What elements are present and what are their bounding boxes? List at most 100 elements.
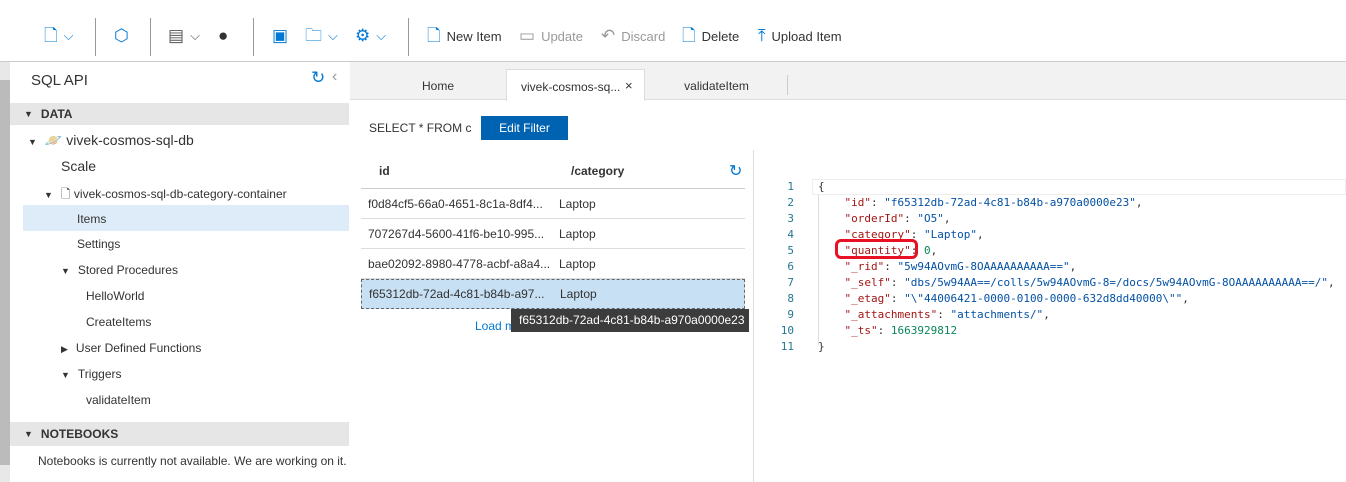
tree-sproc[interactable]: CreateItems — [86, 315, 151, 329]
code-line: 1{ — [770, 179, 824, 195]
tree-udf[interactable]: ▶ User Defined Functions — [61, 341, 201, 355]
delete-button[interactable]: 🗋 Delete — [682, 27, 739, 45]
code-token: , — [1069, 260, 1077, 273]
github-icon: ● — [218, 26, 229, 45]
code-line: 10 "_ts": 1663929812 — [770, 323, 957, 339]
github-button[interactable]: ● — [218, 27, 228, 45]
code-token: "Laptop" — [923, 228, 977, 241]
code-token: "orderId" — [818, 212, 905, 225]
column-header-category[interactable]: /category — [571, 164, 624, 178]
upload-item-button[interactable]: ⤒ Upload Item — [758, 27, 842, 45]
code-line: 11} — [770, 339, 825, 355]
notebooks-message: Notebooks is currently not available. We… — [38, 454, 347, 468]
settings-button[interactable]: ⚙ ⌵ — [355, 27, 386, 45]
triggers-label: Triggers — [77, 367, 122, 381]
new-container-icon: 🗋 — [44, 26, 58, 45]
tree-trigger[interactable]: validateItem — [86, 393, 151, 407]
chevron-down-icon: ⌵ — [376, 28, 387, 43]
code-token: 1663929812 — [890, 324, 958, 337]
container-label: vivek-cosmos-sql-db-category-container — [73, 187, 287, 201]
tree-sproc[interactable]: HelloWorld — [86, 289, 144, 303]
caret-down-icon: ▼ — [24, 109, 33, 119]
table-row[interactable]: bae02092-8980-4778-acbf-a8a4... Laptop — [361, 249, 745, 279]
table-row-selected[interactable]: f65312db-72ad-4c81-b84b-a97... Laptop — [361, 279, 745, 309]
refresh-icon[interactable]: ↻ — [729, 161, 742, 181]
pane-divider[interactable] — [753, 150, 754, 482]
update-button[interactable]: ▭ Update — [519, 27, 583, 45]
code-token: , — [1043, 308, 1050, 321]
code-token: : — [884, 260, 898, 273]
line-number: 5 — [787, 244, 794, 257]
caret-down-icon: ▼ — [61, 266, 70, 276]
tree-stored-procedures[interactable]: ▼ Stored Procedures — [61, 263, 178, 277]
cell-id: f65312db-72ad-4c81-b84b-a97... — [369, 287, 545, 301]
code-token: , — [1182, 292, 1189, 305]
table-row[interactable]: f0d84cf5-66a0-4651-8c1a-8df4... Laptop — [361, 189, 745, 219]
code-token: : — [890, 292, 905, 305]
new-item-icon: 🗋 — [427, 26, 441, 45]
code-line: 6 "_rid": "5w94AOvmG-8OAAAAAAAAAA==", — [770, 259, 1076, 275]
new-item-label: New Item — [446, 28, 502, 44]
code-token: : — [877, 324, 891, 337]
refresh-icon[interactable]: ↻ — [311, 68, 325, 88]
new-container-button[interactable]: 🗋 ⌵ — [44, 27, 74, 45]
line-number: 7 — [787, 276, 794, 289]
collapse-sidebar-icon[interactable]: ‹ — [332, 68, 337, 86]
code-token: 0 — [923, 244, 931, 257]
column-header-id[interactable]: id — [379, 164, 390, 178]
code-token: } — [818, 340, 825, 353]
code-token: : — [904, 212, 918, 225]
discard-label: Discard — [621, 28, 666, 44]
chevron-down-icon: ⌵ — [63, 28, 74, 43]
upload-item-label: Upload Item — [771, 28, 842, 44]
code-token: "dbs/5w94AA==/colls/5w94AOvmG-8=/docs/5w… — [904, 276, 1328, 289]
query-text: SELECT * FROM c — [369, 121, 472, 135]
tree-items[interactable]: Items — [23, 205, 349, 231]
table-row[interactable]: 707267d4-5600-41f6-be10-995... Laptop — [361, 219, 745, 249]
tab-label: vivek-cosmos-sq... — [521, 80, 621, 94]
line-number: 8 — [787, 292, 794, 305]
cosmos-button[interactable]: ⬡ — [114, 27, 129, 45]
code-token: "O5" — [917, 212, 944, 225]
notebook-icon: ▤ — [168, 26, 185, 45]
tree-database[interactable]: ▼ 🪐 vivek-cosmos-sql-db — [28, 132, 194, 149]
discard-button[interactable]: ↶ Discard — [601, 27, 665, 45]
sidebar-scrollbar[interactable] — [0, 62, 10, 482]
cell-category: Laptop — [559, 196, 596, 211]
cell-category: Laptop — [560, 287, 597, 301]
notebook-button[interactable]: ▤ ⌵ — [168, 27, 200, 45]
sidebar-title: SQL API — [31, 72, 88, 89]
tab-bar — [350, 62, 1346, 100]
tab-container[interactable]: vivek-cosmos-sq... × — [506, 69, 645, 101]
code-token: "_self" — [818, 276, 891, 289]
chevron-down-icon: ⌵ — [190, 28, 200, 43]
edit-filter-button[interactable]: Edit Filter — [481, 116, 568, 140]
notebooks-section-header[interactable]: ▼ NOTEBOOKS — [10, 422, 349, 446]
code-line: 3 "orderId": "O5", — [770, 211, 950, 227]
tree-settings[interactable]: Settings — [77, 237, 120, 251]
tree-container[interactable]: ▼ 🗋 vivek-cosmos-sql-db-category-containe… — [44, 185, 287, 206]
line-number: 10 — [780, 324, 794, 337]
tab-validateitem[interactable]: validateItem — [645, 79, 788, 93]
code-token: , — [976, 228, 984, 241]
toolbar-divider — [408, 18, 409, 56]
data-section-header[interactable]: ▼ DATA — [10, 103, 349, 125]
code-token: "id" — [818, 196, 871, 209]
tree-triggers[interactable]: ▼ Triggers — [61, 367, 122, 381]
tab-home[interactable]: Home — [395, 79, 481, 93]
new-query-button[interactable]: ▣ — [272, 27, 288, 45]
code-token: "_etag" — [818, 292, 891, 305]
code-token: "f65312db-72ad-4c81-b84b-a970a0000e23" — [884, 196, 1136, 209]
code-token: "5w94AOvmG-8OAAAAAAAAAA==" — [897, 260, 1070, 273]
new-item-button[interactable]: 🗋 New Item — [427, 27, 502, 45]
close-tab-icon[interactable]: × — [625, 78, 633, 93]
cosmos-icon: ⬡ — [114, 26, 129, 45]
items-label: Items — [77, 212, 107, 226]
database-label: vivek-cosmos-sql-db — [66, 132, 194, 148]
open-query-button[interactable]: 🗀 ⌵ — [305, 27, 338, 45]
tab-divider — [787, 75, 788, 95]
cell-category: Laptop — [559, 256, 596, 271]
tree-scale[interactable]: Scale — [61, 158, 96, 174]
id-tooltip: f65312db-72ad-4c81-b84b-a970a0000e23 — [511, 309, 749, 332]
toolbar-divider — [150, 18, 151, 56]
